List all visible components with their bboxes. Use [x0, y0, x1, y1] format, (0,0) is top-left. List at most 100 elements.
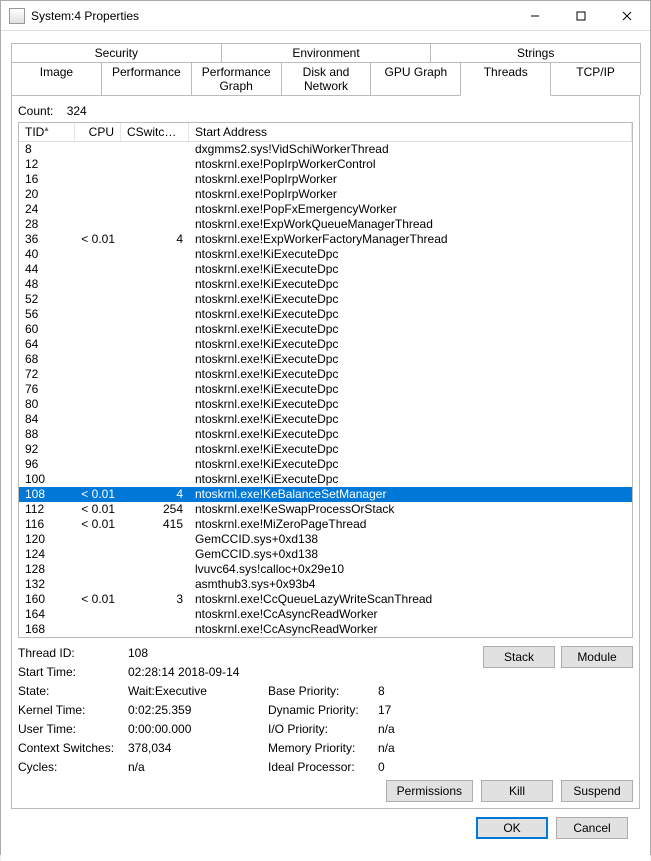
- cell-cpu: < 0.01: [75, 517, 121, 532]
- table-row[interactable]: 28ntoskrnl.exe!ExpWorkQueueManagerThread: [19, 217, 632, 232]
- value-kernel-time: 0:02:25.359: [128, 703, 268, 717]
- table-row[interactable]: 116< 0.01415ntoskrnl.exe!MiZeroPageThrea…: [19, 517, 632, 532]
- cell-cpu: [75, 427, 121, 442]
- cell-cpu: [75, 382, 121, 397]
- ok-button[interactable]: OK: [476, 817, 548, 839]
- cell-cpu: < 0.01: [75, 487, 121, 502]
- cell-cpu: [75, 202, 121, 217]
- col-header-start[interactable]: Start Address: [189, 123, 632, 141]
- stack-button[interactable]: Stack: [483, 646, 555, 668]
- suspend-button[interactable]: Suspend: [561, 780, 633, 802]
- minimize-button[interactable]: [512, 1, 558, 31]
- permissions-button[interactable]: Permissions: [386, 780, 473, 802]
- label-kernel-time: Kernel Time:: [18, 703, 128, 717]
- cell-cpu: [75, 247, 121, 262]
- table-row[interactable]: 132asmthub3.sys+0x93b4: [19, 577, 632, 592]
- table-row[interactable]: 36< 0.014ntoskrnl.exe!ExpWorkerFactoryMa…: [19, 232, 632, 247]
- table-row[interactable]: 84ntoskrnl.exe!KiExecuteDpc: [19, 412, 632, 427]
- cell-csw: [121, 472, 189, 487]
- table-row[interactable]: 44 ntoskrnl.exe!KiExecuteDpc: [19, 262, 632, 277]
- tab-gpugraph[interactable]: GPU Graph: [370, 62, 461, 95]
- cell-tid: 68: [19, 352, 75, 367]
- table-row[interactable]: 124GemCCID.sys+0xd138: [19, 547, 632, 562]
- table-row[interactable]: 12ntoskrnl.exe!PopIrpWorkerControl: [19, 157, 632, 172]
- tab-tcpip[interactable]: TCP/IP: [550, 62, 641, 95]
- cell-tid: 28: [19, 217, 75, 232]
- close-button[interactable]: [604, 1, 650, 31]
- cell-start: ntoskrnl.exe!CcQueueLazyWriteScanThread: [189, 592, 632, 607]
- tab-perfgraph[interactable]: Performance Graph: [191, 62, 282, 95]
- table-row[interactable]: 52ntoskrnl.exe!KiExecuteDpc: [19, 292, 632, 307]
- cell-csw: [121, 562, 189, 577]
- label-thread-id: Thread ID:: [18, 646, 128, 660]
- table-row[interactable]: 120GemCCID.sys+0xd138: [19, 532, 632, 547]
- tab-disknet[interactable]: Disk and Network: [281, 62, 372, 95]
- tab-image[interactable]: Image: [11, 62, 102, 95]
- table-row[interactable]: 96ntoskrnl.exe!KiExecuteDpc: [19, 457, 632, 472]
- table-row[interactable]: 92ntoskrnl.exe!KiExecuteDpc: [19, 442, 632, 457]
- cell-csw: [121, 352, 189, 367]
- cell-start: ntoskrnl.exe!KiExecuteDpc: [189, 397, 632, 412]
- table-row[interactable]: 100ntoskrnl.exe!KiExecuteDpc: [19, 472, 632, 487]
- table-row[interactable]: 76ntoskrnl.exe!KiExecuteDpc: [19, 382, 632, 397]
- col-header-tid[interactable]: TID: [19, 123, 75, 141]
- cell-csw: [121, 607, 189, 622]
- table-row[interactable]: 112< 0.01254ntoskrnl.exe!KeSwapProcessOr…: [19, 502, 632, 517]
- cell-start: ntoskrnl.exe!KiExecuteDpc: [189, 322, 632, 337]
- tab-threads[interactable]: Threads: [460, 62, 551, 96]
- cell-cpu: [75, 157, 121, 172]
- cell-csw: [121, 337, 189, 352]
- table-row[interactable]: 80ntoskrnl.exe!KiExecuteDpc: [19, 397, 632, 412]
- tab-strings[interactable]: Strings: [430, 43, 641, 62]
- cell-cpu: [75, 262, 121, 277]
- col-header-csw[interactable]: CSwitch D...: [121, 123, 189, 141]
- cell-tid: 88: [19, 427, 75, 442]
- table-row[interactable]: 8dxgmms2.sys!VidSchiWorkerThread: [19, 142, 632, 157]
- cell-csw: [121, 262, 189, 277]
- table-row[interactable]: 168ntoskrnl.exe!CcAsyncReadWorker: [19, 622, 632, 637]
- value-thread-id: 108: [128, 646, 268, 660]
- table-row[interactable]: 72ntoskrnl.exe!KiExecuteDpc: [19, 367, 632, 382]
- table-row[interactable]: 56ntoskrnl.exe!KiExecuteDpc: [19, 307, 632, 322]
- table-row[interactable]: 164ntoskrnl.exe!CcAsyncReadWorker: [19, 607, 632, 622]
- cell-csw: [121, 292, 189, 307]
- table-row[interactable]: 40ntoskrnl.exe!KiExecuteDpc: [19, 247, 632, 262]
- table-row[interactable]: 108< 0.014ntoskrnl.exe!KeBalanceSetManag…: [19, 487, 632, 502]
- kill-button[interactable]: Kill: [481, 780, 553, 802]
- tab-environment[interactable]: Environment: [221, 43, 432, 62]
- table-row[interactable]: 48ntoskrnl.exe!KiExecuteDpc: [19, 277, 632, 292]
- cell-cpu: [75, 622, 121, 637]
- cell-start: ntoskrnl.exe!KiExecuteDpc: [189, 262, 632, 277]
- cell-cpu: [75, 322, 121, 337]
- cell-cpu: [75, 472, 121, 487]
- table-row[interactable]: 160< 0.013ntoskrnl.exe!CcQueueLazyWriteS…: [19, 592, 632, 607]
- tab-security[interactable]: Security: [11, 43, 222, 62]
- maximize-button[interactable]: [558, 1, 604, 31]
- cell-tid: 60: [19, 322, 75, 337]
- window-title: System:4 Properties: [31, 9, 139, 23]
- table-row[interactable]: 20ntoskrnl.exe!PopIrpWorker: [19, 187, 632, 202]
- cell-tid: 64: [19, 337, 75, 352]
- cell-tid: 52: [19, 292, 75, 307]
- table-row[interactable]: 24ntoskrnl.exe!PopFxEmergencyWorker: [19, 202, 632, 217]
- cell-start: lvuvc64.sys!calloc+0x29e10: [189, 562, 632, 577]
- cancel-button[interactable]: Cancel: [556, 817, 628, 839]
- tab-performance[interactable]: Performance: [101, 62, 192, 95]
- table-body[interactable]: 8dxgmms2.sys!VidSchiWorkerThread12ntoskr…: [19, 142, 632, 637]
- table-row[interactable]: 64ntoskrnl.exe!KiExecuteDpc: [19, 337, 632, 352]
- module-button[interactable]: Module: [561, 646, 633, 668]
- table-row[interactable]: 60 ntoskrnl.exe!KiExecuteDpc: [19, 322, 632, 337]
- cell-tid: 116: [19, 517, 75, 532]
- table-row[interactable]: 128lvuvc64.sys!calloc+0x29e10: [19, 562, 632, 577]
- table-row[interactable]: 88ntoskrnl.exe!KiExecuteDpc: [19, 427, 632, 442]
- cell-csw: [121, 457, 189, 472]
- cell-tid: 44: [19, 262, 75, 277]
- cell-cpu: [75, 412, 121, 427]
- cell-tid: 76: [19, 382, 75, 397]
- table-row[interactable]: 16ntoskrnl.exe!PopIrpWorker: [19, 172, 632, 187]
- cell-start: GemCCID.sys+0xd138: [189, 532, 632, 547]
- cell-start: ntoskrnl.exe!KiExecuteDpc: [189, 442, 632, 457]
- col-header-cpu[interactable]: CPU: [75, 123, 121, 141]
- cell-cpu: < 0.01: [75, 232, 121, 247]
- table-row[interactable]: 68ntoskrnl.exe!KiExecuteDpc: [19, 352, 632, 367]
